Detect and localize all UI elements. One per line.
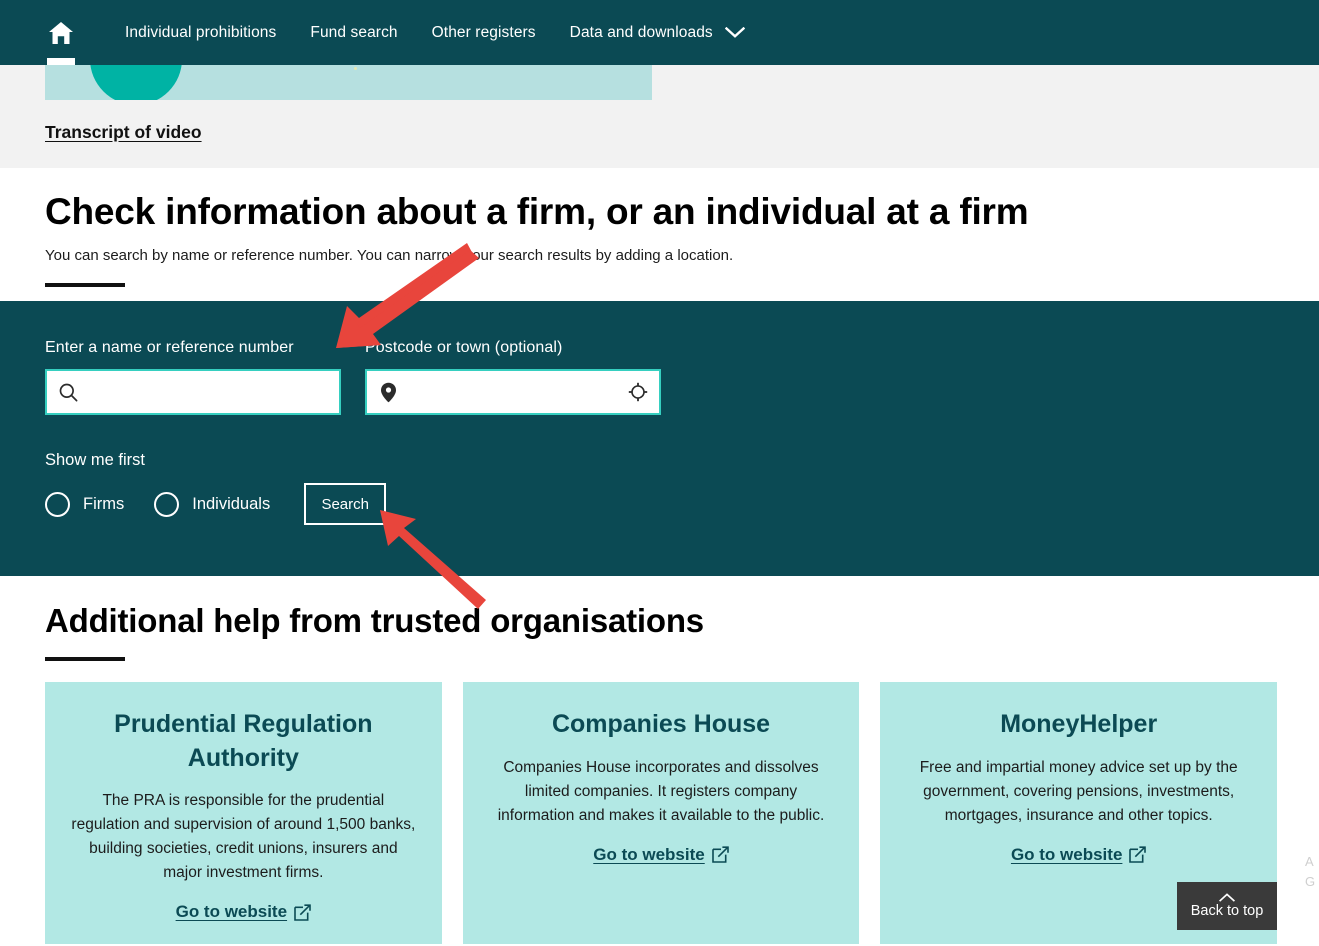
external-link-icon [1129, 846, 1147, 863]
offscreen-clipped-line-2: G [1305, 874, 1316, 889]
nav-active-indicator [47, 58, 75, 65]
back-to-top-button[interactable]: Back to top [1177, 882, 1277, 930]
video-decorative-dot [354, 67, 357, 70]
page-title: Check information about a firm, or an in… [45, 191, 1029, 232]
card-body: Free and impartial money advice set up b… [919, 758, 1238, 824]
offscreen-clipped-line-1: A [1305, 854, 1314, 869]
nav-link-data-and-downloads-label: Data and downloads [569, 23, 713, 41]
top-navigation-bar: Individual prohibitions Fund search Othe… [0, 0, 1319, 65]
transcript-of-video-link[interactable]: Transcript of video [45, 122, 202, 143]
nav-home-button[interactable] [38, 0, 84, 65]
card-link-label: Go to website [1010, 844, 1123, 864]
external-link-icon [711, 846, 729, 863]
video-thumbnail[interactable] [45, 65, 652, 100]
chevron-down-icon [724, 27, 745, 38]
radio-firms-label: Firms [83, 494, 125, 513]
title-underline-rule [45, 283, 125, 287]
search-icon [47, 383, 89, 402]
help-card-prudential-regulation-authority: Prudential Regulation Authority The PRA … [45, 682, 442, 945]
use-my-location-button[interactable] [617, 371, 659, 413]
page-subtitle: You can search by name or reference numb… [45, 247, 734, 264]
postcode-field-label: Postcode or town (optional) [365, 339, 563, 356]
search-panel: Enter a name or reference number Postcod… [0, 301, 1319, 576]
chevron-up-icon [1219, 893, 1235, 903]
nav-links: Individual prohibitions Fund search Othe… [108, 0, 762, 65]
card-link-label: Go to website [593, 844, 705, 864]
offscreen-clipped-text: A G [1305, 852, 1319, 892]
home-icon [49, 21, 73, 44]
search-input[interactable] [89, 371, 339, 413]
nav-link-fund-search[interactable]: Fund search [293, 0, 414, 65]
video-section: Transcript of video [0, 65, 1319, 168]
card-title: MoneyHelper [1000, 710, 1158, 738]
crosshair-icon [628, 382, 648, 402]
nav-link-data-and-downloads[interactable]: Data and downloads [553, 24, 762, 42]
video-play-circle [90, 65, 182, 100]
page-root: Individual prohibitions Fund search Othe… [0, 0, 1319, 946]
additional-help-underline-rule [45, 657, 125, 661]
card-body: The PRA is responsible for the prudentia… [71, 792, 416, 882]
name-field-label: Enter a name or reference number [45, 339, 294, 356]
radio-option-individuals[interactable]: Individuals [154, 491, 271, 517]
card-body: Companies House incorporates and dissolv… [497, 758, 825, 824]
additional-help-heading: Additional help from trusted organisatio… [45, 602, 704, 639]
name-input-wrapper[interactable] [45, 369, 341, 415]
radio-firms-circle[interactable] [45, 491, 70, 517]
radio-individuals-circle[interactable] [154, 491, 180, 517]
card-go-to-website-link[interactable]: Go to website [1010, 844, 1147, 865]
search-submit-button[interactable]: Search [304, 483, 387, 525]
help-card-companies-house: Companies House Companies House incorpor… [462, 682, 860, 945]
additional-help-section: Additional help from trusted organisatio… [0, 576, 1319, 946]
show-me-first-options: Firms Individuals Search [45, 483, 387, 525]
map-pin-icon [367, 382, 409, 403]
card-go-to-website-link[interactable]: Go to website [593, 844, 729, 865]
radio-option-firms[interactable]: Firms [45, 491, 125, 517]
nav-link-individual-prohibitions[interactable]: Individual prohibitions [108, 0, 293, 65]
card-title: Companies House [551, 710, 771, 738]
card-link-label: Go to website [175, 902, 288, 922]
card-title: Prudential Regulation Authority [114, 710, 373, 772]
external-link-icon [294, 903, 311, 921]
nav-link-other-registers[interactable]: Other registers [415, 0, 553, 65]
card-go-to-website-link[interactable]: Go to website [176, 902, 311, 922]
postcode-input-wrapper[interactable] [365, 369, 661, 415]
help-cards-container: Prudential Regulation Authority The PRA … [45, 682, 1278, 945]
intro-section: Check information about a firm, or an in… [0, 168, 1319, 301]
postcode-input[interactable] [409, 371, 617, 413]
radio-individuals-label: Individuals [192, 494, 271, 513]
show-me-first-label: Show me first [45, 451, 145, 469]
back-to-top-label: Back to top [1190, 903, 1264, 920]
